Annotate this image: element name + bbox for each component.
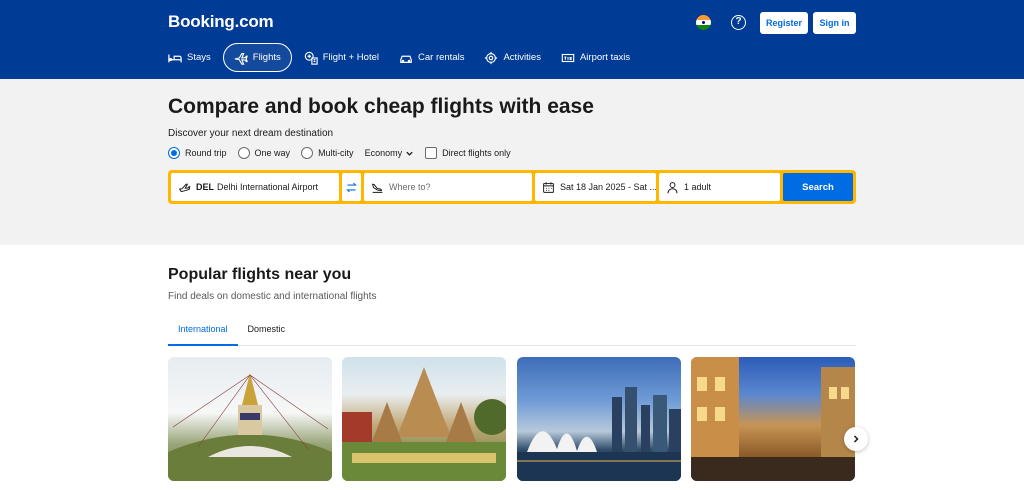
nav-flight-hotel-label: Flight + Hotel bbox=[322, 52, 379, 63]
multi-city-label: Multi-city bbox=[318, 148, 354, 158]
temple-image bbox=[342, 367, 506, 481]
destination-card-street[interactable] bbox=[691, 357, 855, 481]
car-icon bbox=[400, 55, 412, 63]
one-way-label: One way bbox=[254, 148, 291, 158]
date-field[interactable]: Sat 18 Jan 2025 - Sat ... bbox=[535, 173, 656, 201]
one-way-radio[interactable] bbox=[237, 147, 250, 159]
trip-type-multi-city[interactable]: Multi-city bbox=[301, 147, 354, 159]
search-button[interactable]: Search bbox=[783, 173, 853, 201]
direct-flights-checkbox[interactable] bbox=[425, 147, 438, 159]
carousel-next-button[interactable] bbox=[844, 427, 868, 451]
flight-hotel-icon bbox=[304, 51, 318, 65]
multi-city-radio[interactable] bbox=[301, 147, 314, 159]
cabin-class-select[interactable]: Economy bbox=[365, 148, 415, 158]
popular-flights-title: Popular flights near you bbox=[168, 266, 352, 283]
nav-flight-hotel[interactable]: Flight + Hotel bbox=[296, 43, 387, 72]
nav-flights-label: Flights bbox=[252, 52, 281, 63]
tab-domestic[interactable]: Domestic bbox=[238, 318, 296, 346]
search-options: Round trip One way Multi-city Economy Di… bbox=[168, 146, 522, 160]
travellers-value: 1 adult bbox=[684, 182, 712, 192]
nav-car-rentals-label: Car rentals bbox=[418, 52, 465, 63]
direct-flights-option[interactable]: Direct flights only bbox=[425, 147, 511, 159]
cabin-class-value: Economy bbox=[364, 148, 403, 158]
swap-button[interactable] bbox=[342, 173, 361, 201]
plane-landing-icon bbox=[371, 183, 383, 193]
bed-icon bbox=[168, 54, 182, 62]
register-button[interactable]: Register bbox=[760, 12, 808, 34]
travellers-field[interactable]: 1 adult bbox=[659, 173, 780, 201]
nav-car-rentals[interactable]: Car rentals bbox=[391, 43, 472, 72]
product-nav: Stays Flights Flight + Hotel Car rentals… bbox=[168, 43, 642, 72]
destination-field[interactable]: Where to? bbox=[364, 173, 532, 201]
origin-field[interactable]: DEL Delhi International Airport bbox=[171, 173, 339, 201]
tab-international[interactable]: International bbox=[168, 318, 238, 346]
top-header: Booking.com ? Register Sign in Stays Fli… bbox=[0, 0, 1024, 79]
nav-airport-taxis-label: Airport taxis bbox=[579, 52, 631, 63]
chevron-down-icon bbox=[406, 151, 413, 156]
booking-logo[interactable]: Booking.com bbox=[168, 12, 274, 32]
plane-takeoff-icon bbox=[178, 183, 191, 192]
page-title: Compare and book cheap flights with ease bbox=[168, 95, 594, 118]
taxi-icon bbox=[561, 53, 575, 62]
signin-button[interactable]: Sign in bbox=[813, 12, 856, 34]
chevron-right-icon bbox=[853, 435, 859, 443]
origin-code: DEL bbox=[196, 182, 214, 192]
skyline-image bbox=[517, 387, 681, 481]
round-trip-radio[interactable] bbox=[168, 147, 180, 159]
flight-search-bar: DEL Delhi International Airport Where to… bbox=[168, 170, 856, 204]
trip-type-one-way[interactable]: One way bbox=[237, 147, 291, 159]
page-subtitle: Discover your next dream destination bbox=[168, 128, 334, 139]
nav-airport-taxis[interactable]: Airport taxis bbox=[553, 43, 638, 72]
help-icon[interactable]: ? bbox=[731, 15, 746, 30]
nav-stays-label: Stays bbox=[187, 52, 211, 63]
date-value: Sat 18 Jan 2025 - Sat ... bbox=[560, 182, 656, 192]
destination-card-singapore[interactable] bbox=[517, 357, 681, 481]
direct-flights-label: Direct flights only bbox=[442, 148, 511, 158]
calendar-icon bbox=[543, 181, 554, 193]
plane-icon bbox=[234, 52, 248, 65]
nav-stays[interactable]: Stays bbox=[168, 43, 219, 72]
stupa-image bbox=[168, 373, 332, 481]
destination-placeholder: Where to? bbox=[389, 182, 431, 192]
nav-flights[interactable]: Flights bbox=[222, 43, 292, 72]
india-flag-icon[interactable] bbox=[696, 15, 711, 30]
destination-card-bangkok[interactable] bbox=[342, 357, 506, 481]
swap-arrows-icon bbox=[346, 182, 357, 192]
popular-flights-subtitle: Find deals on domestic and international… bbox=[168, 291, 377, 302]
nav-activities-label: Activities bbox=[503, 52, 541, 63]
nav-activities[interactable]: Activities bbox=[476, 43, 548, 72]
street-image bbox=[691, 357, 855, 481]
activities-icon bbox=[485, 51, 498, 64]
person-icon bbox=[667, 181, 678, 193]
destination-card-kathmandu[interactable] bbox=[168, 357, 332, 481]
round-trip-label: Round trip bbox=[185, 148, 227, 158]
trip-type-round-trip[interactable]: Round trip bbox=[168, 147, 227, 159]
origin-airport-name: Delhi International Airport bbox=[217, 182, 319, 192]
popular-flights-tabs: International Domestic bbox=[168, 318, 856, 346]
